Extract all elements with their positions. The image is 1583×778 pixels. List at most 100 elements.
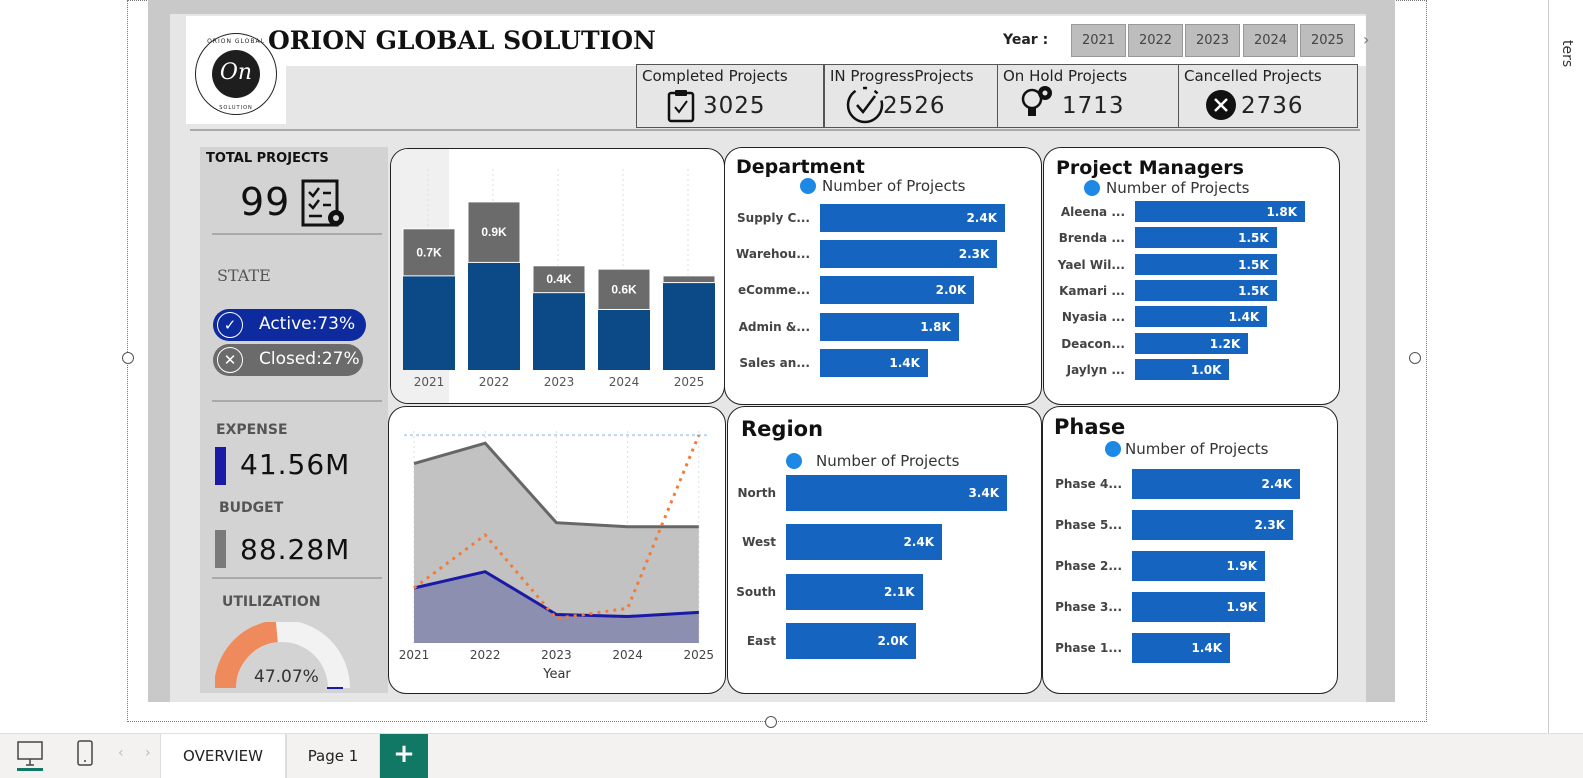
year-button-2024[interactable]: 2024 — [1243, 24, 1298, 57]
bar-data-label: 2.3K — [1254, 517, 1285, 532]
bar-row[interactable]: Phase 5... 2.3K — [1055, 509, 1300, 540]
bar-row[interactable]: eComme... 2.0K — [738, 276, 1005, 305]
bar-category-label: Aleena ... — [1060, 205, 1125, 219]
legend-dot-icon — [1084, 180, 1100, 196]
summary-panel — [200, 147, 388, 693]
bar: 1.8K — [1135, 201, 1305, 222]
kpi-value: 3025 — [703, 93, 766, 119]
bar-data-label: 1.9K — [1226, 558, 1257, 573]
year-slicer-label: Year : — [1003, 32, 1049, 48]
bar-data-label: 2.4K — [1261, 477, 1292, 491]
bar: 2.3K — [1132, 509, 1293, 540]
year-button-2021[interactable]: 2021 — [1071, 24, 1126, 57]
year-button-2025[interactable]: 2025 — [1300, 24, 1355, 57]
bar-row[interactable]: Phase 4... 2.4K — [1055, 469, 1300, 499]
bar-row[interactable]: Phase 2... 1.9K — [1055, 550, 1300, 581]
state-closed-pill[interactable]: ✕ Closed:27% — [213, 344, 363, 376]
bar-row[interactable]: North 3.4K — [738, 475, 1007, 511]
budget-label: BUDGET — [219, 500, 284, 516]
bar-row[interactable]: Warehou... 2.3K — [736, 240, 1005, 269]
bar-row[interactable]: Sales an... 1.4K — [739, 348, 1005, 377]
bar-row[interactable]: Brenda ... 1.5K — [1059, 227, 1305, 249]
bar-row[interactable]: Admin &... 1.8K — [739, 312, 1005, 341]
x-tick-label: 2024 — [609, 375, 640, 389]
expense-marker — [215, 447, 226, 485]
tab-overview[interactable]: OVERVIEW — [160, 734, 286, 778]
bar: 1.4K — [820, 348, 928, 377]
column-data-label: 0.9K — [481, 225, 507, 239]
chevron-left-icon[interactable]: ‹ — [118, 745, 124, 761]
bar-category-label: Phase 5... — [1055, 517, 1122, 532]
bar-row[interactable]: Kamari ... 1.5K — [1059, 279, 1305, 301]
department-bars: Supply C... 2.4K Warehou... 2.3K eComme... 2.… — [736, 204, 1010, 394]
x-tick-label: 2021 — [399, 648, 430, 662]
region-legend: Number of Projects — [786, 452, 959, 470]
column-bar — [663, 282, 715, 370]
bar: 1.9K — [1132, 591, 1265, 622]
bar-category-label: eComme... — [737, 283, 810, 298]
bar-data-label: 2.4K — [903, 535, 934, 550]
progress-check-icon — [846, 86, 884, 124]
expense-value: 41.56M — [240, 448, 351, 481]
bar: 2.4K — [1132, 469, 1300, 499]
bar-data-label: 1.4K — [1228, 310, 1260, 325]
department-legend: Number of Projects — [800, 177, 965, 195]
total-projects-value: 99 — [240, 180, 291, 224]
bar-data-label: 1.8K — [920, 319, 951, 334]
logo-initials: On — [212, 50, 260, 98]
chevron-right-icon[interactable]: › — [145, 745, 151, 761]
bar-row[interactable]: Phase 1... 1.4K — [1055, 632, 1300, 663]
bar-data-label: 1.4K — [889, 355, 920, 370]
add-page-button[interactable]: + — [380, 734, 428, 778]
bar-category-label: South — [736, 584, 776, 599]
column-data-label: 0.6K — [611, 282, 637, 296]
column-data-label: 0.7K — [416, 245, 442, 259]
column-bar — [598, 309, 650, 370]
bar-data-label: 1.8K — [1266, 205, 1297, 219]
bar-row[interactable]: East 2.0K — [747, 622, 1007, 659]
column-bar — [403, 275, 455, 370]
bar: 1.2K — [1135, 332, 1249, 354]
x-tick-label: 2022 — [479, 375, 510, 389]
x-tick-label: 2023 — [541, 648, 572, 662]
budget-value: 88.28M — [240, 533, 351, 566]
year-button-2023[interactable]: 2023 — [1185, 24, 1240, 57]
kpi-value: 2736 — [1241, 93, 1304, 119]
bar-row[interactable]: Yael Wil... 1.5K — [1058, 253, 1305, 275]
desktop-view-icon[interactable] — [17, 741, 43, 771]
legend-dot-icon — [800, 178, 816, 194]
project-managers-legend: Number of Projects — [1084, 179, 1249, 197]
bar-row[interactable]: Phase 3... 1.9K — [1055, 591, 1300, 622]
column-bar — [533, 292, 585, 370]
chevron-right-icon[interactable]: › — [1363, 30, 1369, 49]
department-title: Department — [736, 156, 865, 178]
bar: 1.5K — [1135, 253, 1277, 275]
tab-page-1[interactable]: Page 1 — [286, 734, 380, 778]
resize-handle-left[interactable] — [122, 352, 134, 364]
bar-row[interactable]: Supply C... 2.4K — [737, 204, 1005, 232]
state-active-pill[interactable]: ✓ Active:73% — [213, 309, 366, 341]
resize-handle-right[interactable] — [1409, 352, 1421, 364]
bar-row[interactable]: West 2.4K — [742, 524, 1007, 561]
bar-row[interactable]: Jaylyn ... 1.0K — [1067, 358, 1305, 380]
bar-row[interactable]: Deacon... 1.2K — [1061, 332, 1305, 354]
year-button-2022[interactable]: 2022 — [1128, 24, 1183, 57]
x-tick-label: 2023 — [544, 375, 575, 389]
active-label: Active:73% — [259, 314, 356, 334]
bar-row[interactable]: Nyasia ... 1.4K — [1062, 306, 1305, 328]
bar-row[interactable]: South 2.1K — [736, 573, 1007, 610]
project-managers-title: Project Managers — [1056, 157, 1244, 179]
column-bar — [468, 262, 520, 370]
bar: 2.3K — [820, 240, 998, 269]
project-managers-bars: Aleena ... 1.8K Brenda ... 1.5K Yael Wil... 1… — [1058, 201, 1310, 391]
filters-pane-strip[interactable]: ters — [1548, 0, 1583, 733]
close-circle-icon: ✕ — [217, 347, 243, 373]
app-window: ORION GLOBAL On SOLUTION ORION GLOBAL SO… — [0, 0, 1583, 778]
bar: 1.0K — [1135, 358, 1230, 380]
mobile-view-icon[interactable] — [77, 740, 93, 766]
bar-category-label: Deacon... — [1061, 336, 1125, 351]
bar-category-label: Kamari ... — [1059, 283, 1125, 298]
utilization-label: UTILIZATION — [222, 594, 321, 610]
resize-handle-bottom[interactable] — [765, 716, 777, 728]
bar-row[interactable]: Aleena ... 1.8K — [1061, 201, 1305, 222]
